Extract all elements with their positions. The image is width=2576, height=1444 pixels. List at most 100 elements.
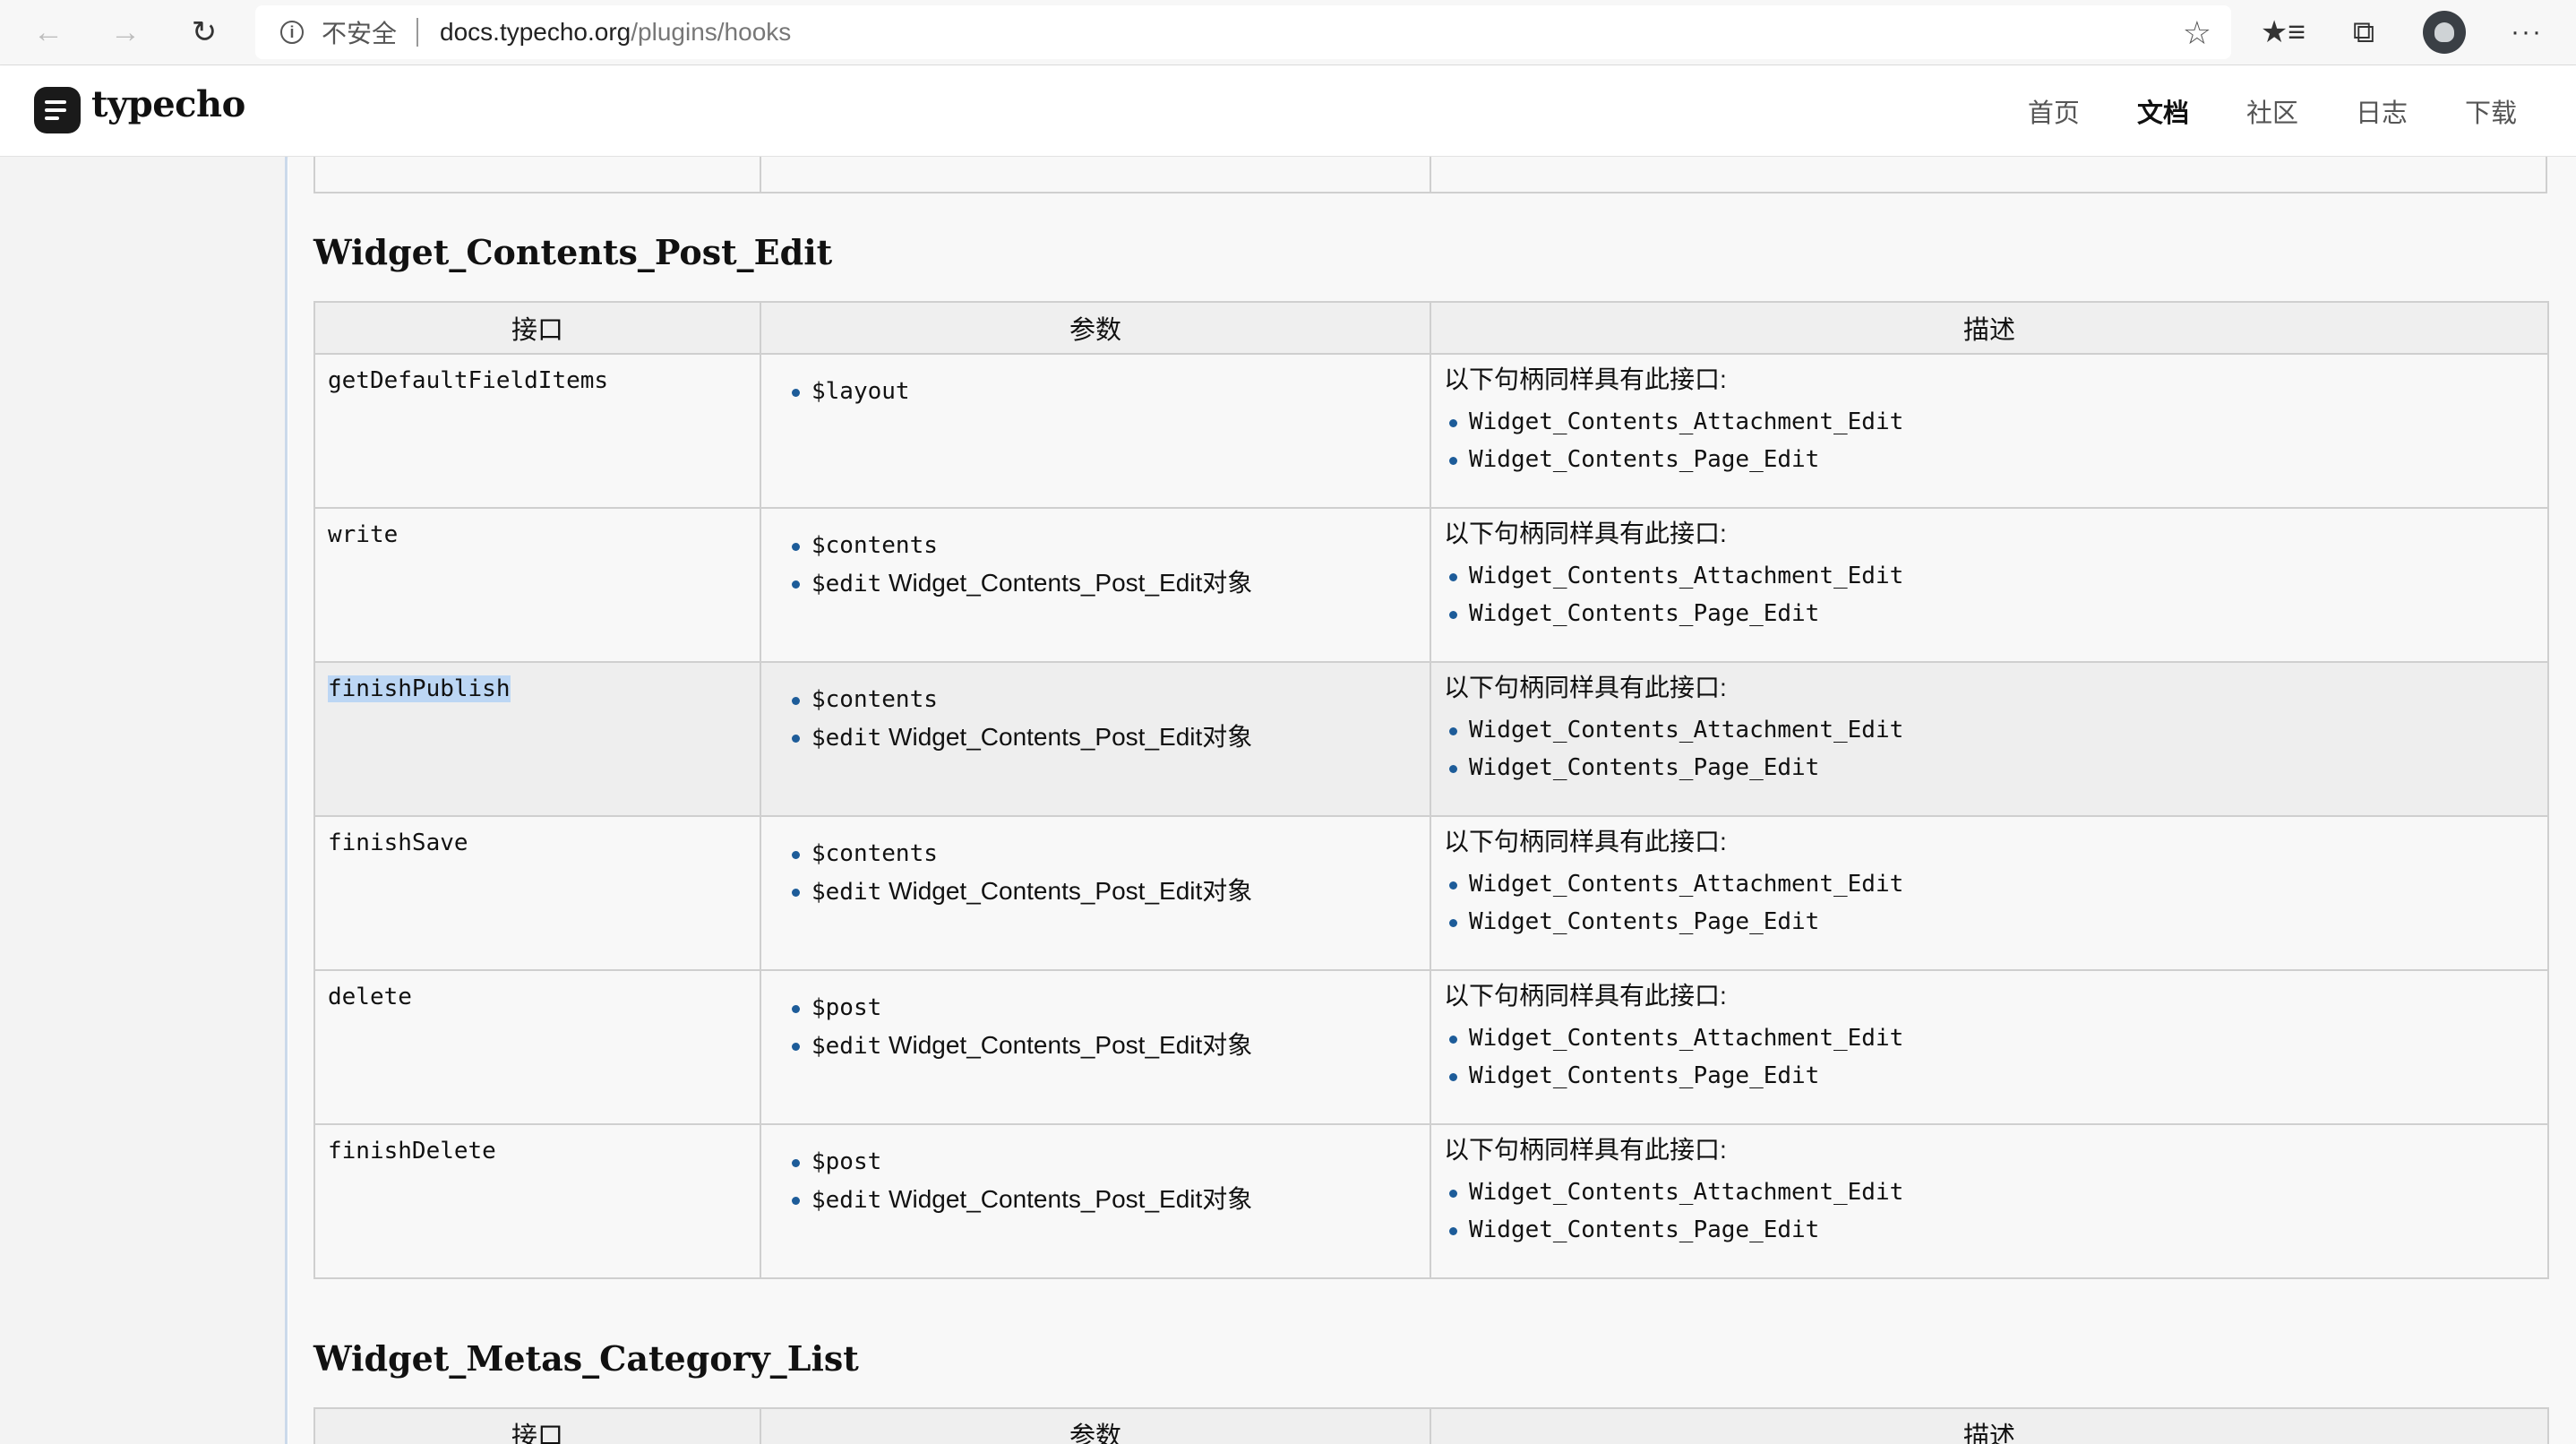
handler-list: Widget_Contents_Attachment_Edit Widget_Co… bbox=[1446, 711, 2535, 786]
site-nav: 首页 文档 社区 日志 下载 bbox=[2028, 65, 2517, 156]
param-item: $edit Widget_Contents_Post_Edit对象 bbox=[788, 872, 1417, 910]
param-list: $contents $edit Widget_Contents_Post_Edit… bbox=[788, 527, 1417, 602]
handler-item: Widget_Contents_Page_Edit bbox=[1446, 1211, 2535, 1249]
table-row: getDefaultFieldItems $layout 以下句柄同样具有此接口: W… bbox=[313, 353, 2549, 509]
handler-item: Widget_Contents_Attachment_Edit bbox=[1446, 865, 2535, 903]
param-code: $edit bbox=[811, 1033, 882, 1060]
hook-name[interactable]: finishDelete bbox=[328, 1138, 496, 1165]
nav-community[interactable]: 社区 bbox=[2246, 92, 2298, 130]
typecho-logo-icon[interactable] bbox=[34, 87, 81, 133]
browser-toolbar: ← → ↻ i 不安全 docs.typecho.org/plugins/hoo… bbox=[0, 0, 2576, 65]
params-cell: $post $edit Widget_Contents_Post_Edit对象 bbox=[760, 1123, 1431, 1279]
handler-list: Widget_Contents_Attachment_Edit Widget_Co… bbox=[1446, 557, 2535, 632]
section-title: Widget_Contents_Post_Edit bbox=[313, 232, 833, 272]
handler-item: Widget_Contents_Page_Edit bbox=[1446, 749, 2535, 786]
description-cell: 以下句柄同样具有此接口: Widget_Contents_Attachment_E… bbox=[1430, 507, 2549, 663]
handler-item: Widget_Contents_Page_Edit bbox=[1446, 903, 2535, 941]
param-code: $layout bbox=[811, 378, 910, 405]
description-intro: 以下句柄同样具有此接口: bbox=[1444, 520, 1727, 547]
param-code: $edit bbox=[811, 571, 882, 597]
column-header-params: 参数 bbox=[760, 301, 1431, 355]
info-icon[interactable]: i bbox=[280, 21, 304, 44]
hook-name[interactable]: finishPublish bbox=[328, 675, 511, 702]
column-header-interface: 接口 bbox=[313, 1407, 761, 1444]
column-header-params: 参数 bbox=[760, 1407, 1431, 1444]
param-list: $post $edit Widget_Contents_Post_Edit对象 bbox=[788, 1143, 1417, 1218]
nav-blog[interactable]: 日志 bbox=[2356, 92, 2408, 130]
site-header: typecho 首页 文档 社区 日志 下载 bbox=[0, 65, 2576, 157]
section-title-2: Widget_Metas_Category_List bbox=[313, 1338, 859, 1379]
param-description: Widget_Contents_Post_Edit对象 bbox=[881, 1031, 1253, 1059]
main-content: Widget_Contents_Post_Edit 接口 参数 描述 getDe… bbox=[288, 157, 2576, 1444]
table-row: write $contents $edit Widget_Contents_Post… bbox=[313, 507, 2549, 663]
description-cell: 以下句柄同样具有此接口: Widget_Contents_Attachment_E… bbox=[1430, 1123, 2549, 1279]
hook-cell: getDefaultFieldItems bbox=[313, 353, 761, 509]
params-cell: $contents $edit Widget_Contents_Post_Edit… bbox=[760, 815, 1431, 971]
param-list: $post $edit Widget_Contents_Post_Edit对象 bbox=[788, 989, 1417, 1064]
nav-home[interactable]: 首页 bbox=[2028, 92, 2080, 130]
param-list: $layout bbox=[788, 373, 1417, 410]
description-intro: 以下句柄同样具有此接口: bbox=[1444, 365, 1727, 393]
param-code: $edit bbox=[811, 1187, 882, 1214]
reload-icon[interactable]: ↻ bbox=[179, 7, 229, 57]
handler-item: Widget_Contents_Attachment_Edit bbox=[1446, 711, 2535, 749]
hook-name[interactable]: delete bbox=[328, 984, 412, 1010]
handler-item: Widget_Contents_Attachment_Edit bbox=[1446, 403, 2535, 441]
param-item: $edit Widget_Contents_Post_Edit对象 bbox=[788, 1181, 1417, 1218]
previous-table-fragment bbox=[313, 157, 2547, 193]
address-bar[interactable]: i 不安全 docs.typecho.org/plugins/hooks ☆ bbox=[255, 5, 2231, 59]
handler-list: Widget_Contents_Attachment_Edit Widget_Co… bbox=[1446, 1173, 2535, 1249]
params-cell: $contents $edit Widget_Contents_Post_Edit… bbox=[760, 507, 1431, 663]
hook-name[interactable]: finishSave bbox=[328, 829, 468, 856]
column-header-description: 描述 bbox=[1430, 1407, 2549, 1444]
hook-name[interactable]: write bbox=[328, 521, 398, 548]
params-cell: $layout bbox=[760, 353, 1431, 509]
nav-download[interactable]: 下载 bbox=[2465, 92, 2517, 130]
hook-name[interactable]: getDefaultFieldItems bbox=[328, 367, 608, 394]
params-cell: $post $edit Widget_Contents_Post_Edit对象 bbox=[760, 969, 1431, 1125]
param-code: $contents bbox=[811, 686, 938, 713]
handler-item: Widget_Contents_Page_Edit bbox=[1446, 441, 2535, 478]
more-icon[interactable]: ··· bbox=[2502, 7, 2552, 57]
hook-cell: finishPublish bbox=[313, 661, 761, 817]
table-row: delete $post $edit Widget_Contents_Post_Ed… bbox=[313, 969, 2549, 1125]
handler-list: Widget_Contents_Attachment_Edit Widget_Co… bbox=[1446, 1019, 2535, 1095]
param-code: $post bbox=[811, 1148, 882, 1175]
param-item: $post bbox=[788, 1143, 1417, 1181]
logo-text[interactable]: typecho bbox=[91, 83, 245, 125]
param-item: $post bbox=[788, 989, 1417, 1027]
param-item: $contents bbox=[788, 681, 1417, 718]
param-description: Widget_Contents_Post_Edit对象 bbox=[881, 877, 1253, 905]
param-item: $edit Widget_Contents_Post_Edit对象 bbox=[788, 718, 1417, 756]
column-header-interface: 接口 bbox=[313, 301, 761, 355]
param-description: Widget_Contents_Post_Edit对象 bbox=[881, 723, 1253, 751]
hook-cell: write bbox=[313, 507, 761, 663]
insecure-label: 不安全 bbox=[322, 20, 398, 47]
description-intro: 以下句柄同样具有此接口: bbox=[1444, 674, 1727, 701]
description-intro: 以下句柄同样具有此接口: bbox=[1444, 1136, 1727, 1164]
hook-cell: finishDelete bbox=[313, 1123, 761, 1279]
star-icon[interactable]: ☆ bbox=[2183, 14, 2211, 52]
column-header-description: 描述 bbox=[1430, 301, 2549, 355]
param-code: $edit bbox=[811, 879, 882, 906]
nav-docs[interactable]: 文档 bbox=[2137, 92, 2189, 130]
description-cell: 以下句柄同样具有此接口: Widget_Contents_Attachment_E… bbox=[1430, 661, 2549, 817]
avatar[interactable] bbox=[2423, 11, 2466, 54]
handler-list: Widget_Contents_Attachment_Edit Widget_Co… bbox=[1446, 865, 2535, 941]
param-item: $layout bbox=[788, 373, 1417, 410]
param-code: $post bbox=[811, 994, 882, 1021]
param-item: $contents bbox=[788, 835, 1417, 872]
handler-item: Widget_Contents_Page_Edit bbox=[1446, 1057, 2535, 1095]
table-row: finishDelete $post $edit Widget_Contents_P… bbox=[313, 1123, 2549, 1279]
param-item: $edit Widget_Contents_Post_Edit对象 bbox=[788, 1027, 1417, 1064]
hooks-table-2: 接口 参数 描述 bbox=[313, 1407, 2549, 1444]
param-description: Widget_Contents_Post_Edit对象 bbox=[881, 1185, 1253, 1213]
back-arrow-icon[interactable]: ← bbox=[23, 7, 73, 57]
forward-arrow-icon[interactable]: → bbox=[100, 7, 150, 57]
param-description: Widget_Contents_Post_Edit对象 bbox=[881, 569, 1253, 597]
param-list: $contents $edit Widget_Contents_Post_Edit… bbox=[788, 681, 1417, 756]
description-cell: 以下句柄同样具有此接口: Widget_Contents_Attachment_E… bbox=[1430, 969, 2549, 1125]
favorites-icon[interactable]: ★≡ bbox=[2258, 7, 2308, 57]
collections-icon[interactable]: ⧉ bbox=[2339, 7, 2389, 57]
table-row: finishPublish $contents $edit Widget_Conte… bbox=[313, 661, 2549, 817]
